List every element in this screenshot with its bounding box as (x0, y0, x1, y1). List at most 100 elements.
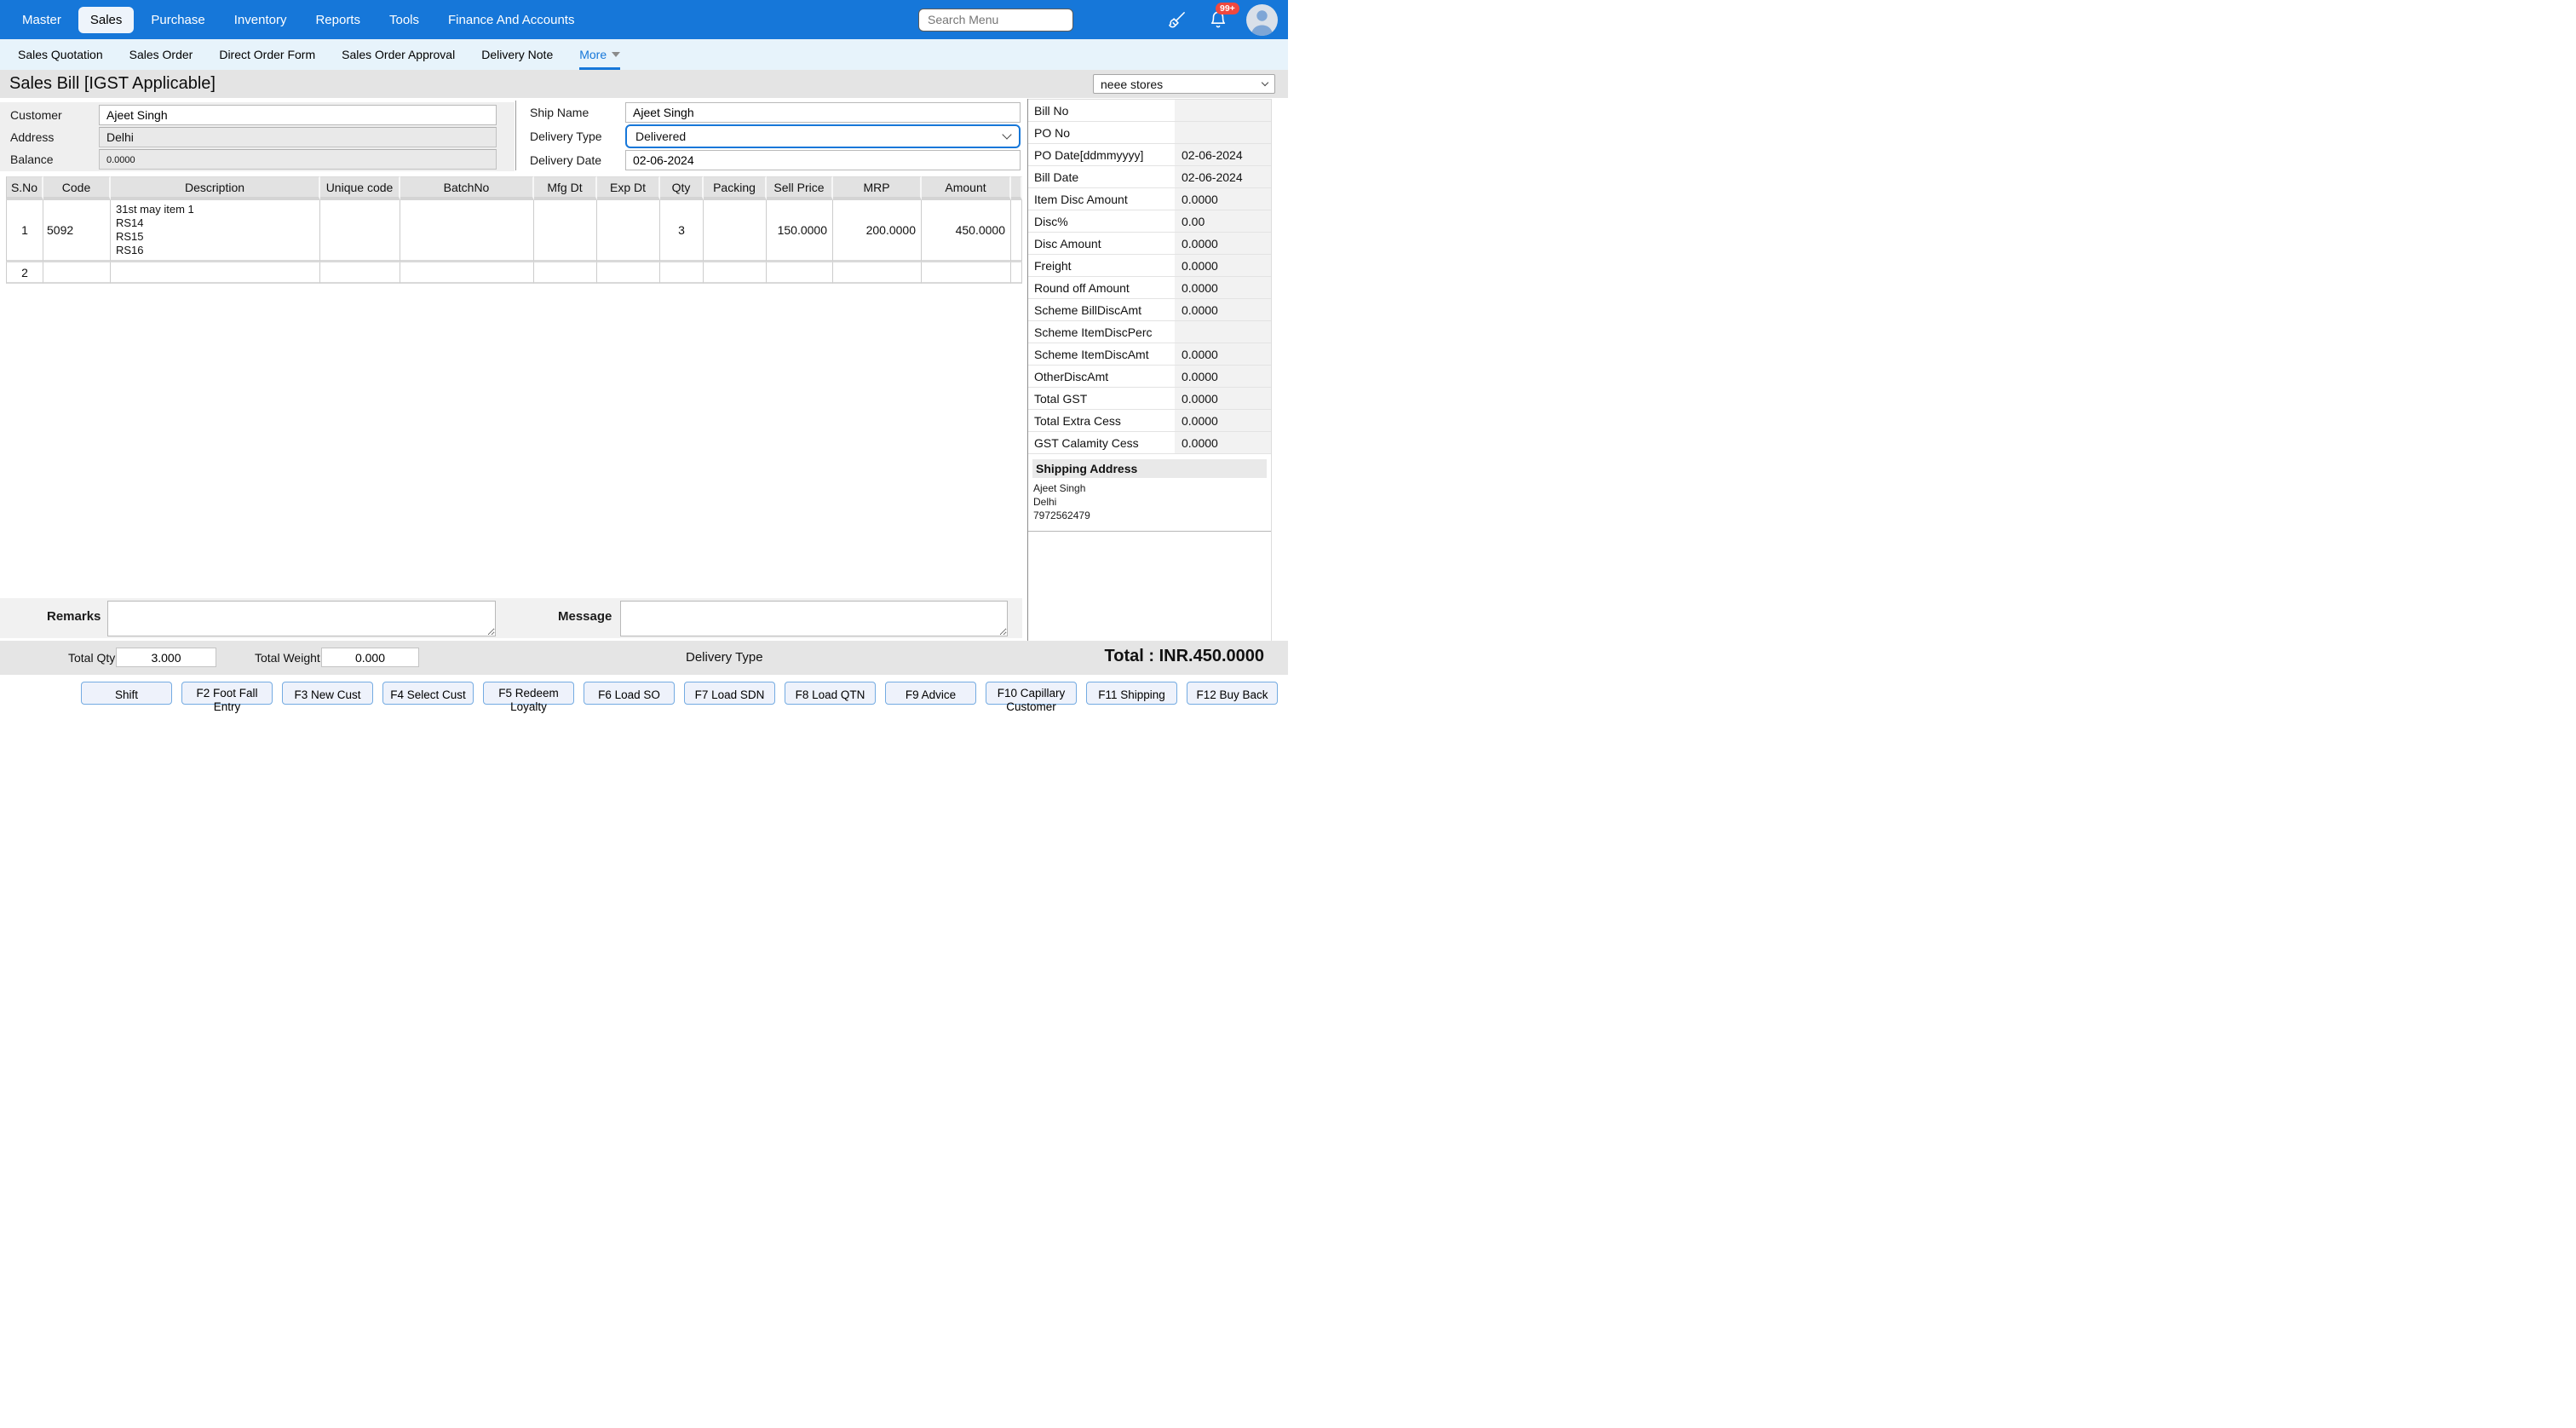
f5-redeem-loyalty-button[interactable]: F5 Redeem Loyalty (483, 682, 574, 705)
f3-new-cust-button[interactable]: F3 New Cust (282, 682, 373, 705)
form-divider (515, 101, 516, 170)
subnav-more-label: More (579, 48, 607, 61)
address-field: Delhi (99, 127, 497, 147)
total-qty-input[interactable] (116, 648, 216, 667)
message-textarea[interactable] (620, 601, 1008, 636)
ship-block: Ship Name Delivery Type Delivered Delive… (530, 102, 1022, 172)
f11-shipping-button[interactable]: F11 Shipping (1086, 682, 1177, 705)
summary-row-round-off-amount: Round off Amount 0.0000 (1028, 277, 1271, 299)
cell-mfg-dt[interactable] (534, 262, 597, 284)
summary-row-gst-calamity-cess: GST Calamity Cess 0.0000 (1028, 432, 1271, 454)
delivery-date-label: Delivery Date (530, 153, 625, 167)
top-nav-menu: Master Sales Purchase Inventory Reports … (10, 7, 586, 33)
f6-load-so-button[interactable]: F6 Load SO (584, 682, 675, 705)
page-title: Sales Bill [IGST Applicable] (9, 74, 216, 94)
summary-row-scheme-itemdiscamt: Scheme ItemDiscAmt 0.0000 (1028, 343, 1271, 366)
cell-packing[interactable] (704, 200, 767, 262)
col-qty: Qty (660, 176, 704, 200)
cell-code[interactable] (43, 262, 111, 284)
table-row: 1 5092 31st may item 1 RS14 RS15 RS16 3 … (6, 200, 1022, 262)
nav-tools[interactable]: Tools (377, 7, 431, 33)
f12-buy-back-button[interactable]: F12 Buy Back (1187, 682, 1278, 705)
summary-row-bill-date: Bill Date 02-06-2024 (1028, 166, 1271, 188)
ship-name-label: Ship Name (530, 106, 625, 119)
paintbrush-icon[interactable] (1167, 10, 1187, 30)
summary-row-disc-percent: Disc% 0.00 (1028, 210, 1271, 233)
cell-code[interactable]: 5092 (43, 200, 111, 262)
cell-mrp[interactable]: 200.0000 (833, 200, 922, 262)
cell-exp-dt[interactable] (597, 200, 660, 262)
subnav-sales-order[interactable]: Sales Order (129, 39, 193, 70)
remarks-textarea[interactable] (107, 601, 496, 636)
delivery-type-footer-label: Delivery Type (686, 650, 763, 665)
summary-row-total-gst: Total GST 0.0000 (1028, 388, 1271, 410)
f7-load-sdn-button[interactable]: F7 Load SDN (684, 682, 775, 705)
summary-row-scheme-billdiscamt: Scheme BillDiscAmt 0.0000 (1028, 299, 1271, 321)
cell-qty[interactable]: 3 (660, 200, 704, 262)
cell-exp-dt[interactable] (597, 262, 660, 284)
summary-row-scheme-itemdiscperc: Scheme ItemDiscPerc (1028, 321, 1271, 343)
f10-capillary-customer-button[interactable]: F10 Capillary Customer (986, 682, 1077, 705)
summary-row-otherdiscamt: OtherDiscAmt 0.0000 (1028, 366, 1271, 388)
total-weight-input[interactable] (321, 648, 419, 667)
subnav-sales-order-approval[interactable]: Sales Order Approval (342, 39, 455, 70)
cell-description[interactable] (111, 262, 320, 284)
shift-button[interactable]: Shift (81, 682, 172, 705)
cell-description[interactable]: 31st may item 1 RS14 RS15 RS16 (111, 200, 320, 262)
nav-reports[interactable]: Reports (303, 7, 372, 33)
search-input[interactable] (918, 9, 1073, 32)
notes-bar: Remarks Message (0, 598, 1022, 638)
summary-row-bill-no: Bill No (1028, 100, 1271, 122)
balance-label: Balance (0, 153, 99, 166)
grand-total: Total : INR.450.0000 (1105, 647, 1264, 666)
subnav-sales-quotation[interactable]: Sales Quotation (18, 39, 103, 70)
summary-row-disc-amount: Disc Amount 0.0000 (1028, 233, 1271, 255)
cell-batchno[interactable] (400, 262, 534, 284)
col-packing: Packing (704, 176, 767, 200)
cell-unique-code[interactable] (320, 262, 400, 284)
cell-mrp[interactable] (833, 262, 922, 284)
subnav-direct-order-form[interactable]: Direct Order Form (219, 39, 315, 70)
avatar[interactable] (1246, 4, 1278, 36)
notifications-bell-icon[interactable]: 99+ (1209, 10, 1228, 30)
cell-packing[interactable] (704, 262, 767, 284)
cell-sell-price[interactable] (767, 262, 833, 284)
cell-sno: 2 (6, 262, 43, 284)
subnav-more[interactable]: More (579, 39, 620, 70)
subnav-delivery-note[interactable]: Delivery Note (481, 39, 553, 70)
balance-field: 0.0000 (99, 149, 497, 170)
ship-name-input[interactable] (625, 102, 1021, 123)
col-mrp: MRP (833, 176, 922, 200)
customer-block: Customer Address Delhi Balance 0.0000 (0, 102, 515, 171)
f8-load-qtn-button[interactable]: F8 Load QTN (785, 682, 876, 705)
cell-unique-code[interactable] (320, 200, 400, 262)
customer-input[interactable] (99, 105, 497, 125)
cell-batchno[interactable] (400, 200, 534, 262)
nav-finance-and-accounts[interactable]: Finance And Accounts (436, 7, 586, 33)
shipping-address-title: Shipping Address (1032, 459, 1267, 478)
cell-mfg-dt[interactable] (534, 200, 597, 262)
summary-row-item-disc-amount: Item Disc Amount 0.0000 (1028, 188, 1271, 210)
nav-master[interactable]: Master (10, 7, 73, 33)
delivery-type-select[interactable]: Delivered (625, 124, 1021, 148)
f2-foot-fall-entry-button[interactable]: F2 Foot Fall Entry (181, 682, 273, 705)
summary-row-po-no: PO No (1028, 122, 1271, 144)
f9-advice-button[interactable]: F9 Advice (885, 682, 976, 705)
delivery-date-input[interactable] (625, 150, 1021, 170)
nav-inventory[interactable]: Inventory (222, 7, 299, 33)
cell-sno: 1 (6, 200, 43, 262)
cell-qty[interactable] (660, 262, 704, 284)
summary-row-freight: Freight 0.0000 (1028, 255, 1271, 277)
store-selector[interactable]: neee stores (1093, 74, 1275, 94)
col-unique-code: Unique code (320, 176, 400, 200)
summary-row-po-date: PO Date[ddmmyyyy] 02-06-2024 (1028, 144, 1271, 166)
nav-purchase[interactable]: Purchase (139, 7, 216, 33)
top-nav: Master Sales Purchase Inventory Reports … (0, 0, 1288, 39)
cell-sell-price[interactable]: 150.0000 (767, 200, 833, 262)
message-label: Message (558, 609, 612, 624)
cell-amount (922, 262, 1011, 284)
f4-select-cust-button[interactable]: F4 Select Cust (382, 682, 474, 705)
shipping-address-lines: Ajeet Singh Delhi 7972562479 (1028, 478, 1271, 522)
nav-sales[interactable]: Sales (78, 7, 135, 33)
cell-amount: 450.0000 (922, 200, 1011, 262)
